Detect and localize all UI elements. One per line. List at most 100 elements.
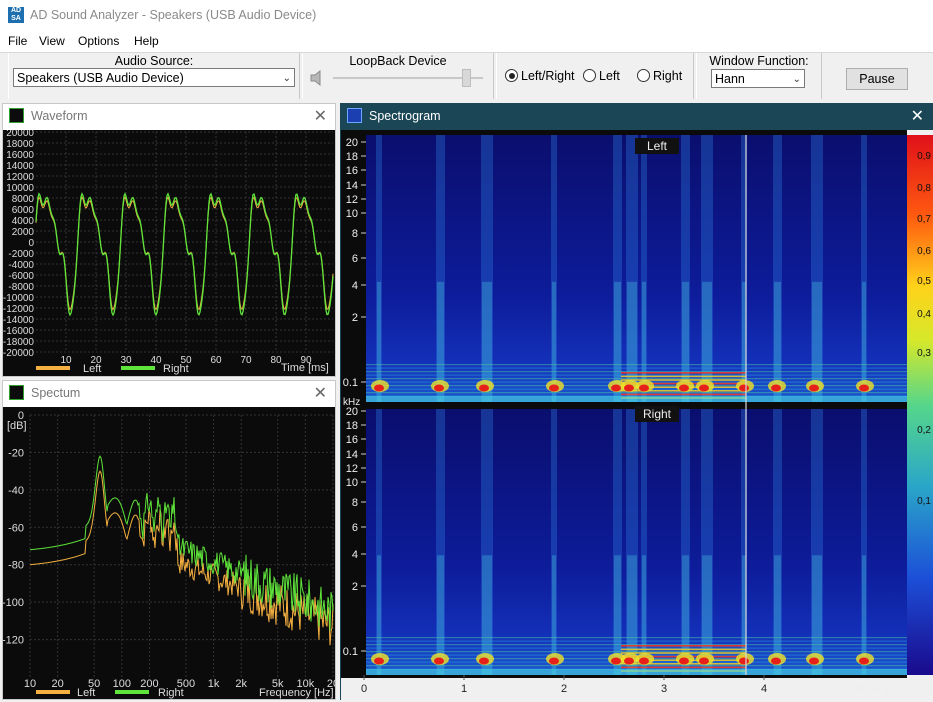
y-tick-label: -16000 <box>3 326 34 337</box>
menu-options[interactable]: Options <box>78 34 119 48</box>
app-icon: AD SA <box>8 7 24 23</box>
speaker-icon[interactable] <box>309 69 327 87</box>
y-tick-label: 16 <box>346 434 358 446</box>
radio-label: Right <box>653 69 683 83</box>
volume-slider-thumb[interactable] <box>462 69 471 87</box>
x-tick-label: 2 <box>561 683 567 695</box>
close-icon[interactable]: ✕ <box>314 106 327 126</box>
sustained-harmonic <box>621 645 746 647</box>
colorbar-tick-label: 0,6 <box>917 246 931 257</box>
energy-blob <box>479 384 489 392</box>
spectrum-yunit: [dB] <box>7 420 27 432</box>
harmonic-line <box>366 364 907 366</box>
menu-view[interactable]: View <box>39 34 65 48</box>
y-tick-label: 0.1 <box>343 377 358 389</box>
energy-blob <box>434 384 444 392</box>
waveform-panel: Waveform ✕ 20000 18000 16000 14000 12000 1000… <box>2 103 336 377</box>
spectrum-icon <box>9 385 24 400</box>
x-tick-label: 1 <box>461 683 467 695</box>
close-icon[interactable]: ✕ <box>314 383 327 403</box>
legend-left-swatch <box>36 366 70 370</box>
x-tick-label: 10 <box>24 678 36 690</box>
colorbar-tick-label: 0,4 <box>917 309 931 320</box>
sustained-harmonic <box>621 648 746 651</box>
radio-selected-icon <box>505 69 518 82</box>
sustained-harmonic <box>621 372 746 374</box>
spectrogram-plot: Left Right 20201818161614141212101088664… <box>341 130 933 700</box>
window-function-label: Window Function: <box>709 54 809 68</box>
close-icon[interactable]: ✕ <box>911 106 924 126</box>
radio-icon <box>637 69 650 82</box>
y-tick-label: 6 <box>352 253 358 265</box>
y-tick-label: 8 <box>352 497 358 509</box>
y-tick-label: 0.1 <box>343 646 358 658</box>
radio-right[interactable]: Right <box>637 69 682 83</box>
low-frequency-floor <box>366 669 907 675</box>
legend-right: Right <box>163 363 189 375</box>
x-tick-label: 30 <box>120 355 132 366</box>
y-tick-label: 0 <box>28 238 34 249</box>
harmonic-line <box>366 367 907 369</box>
y-tick-label: 12000 <box>6 172 34 183</box>
waveform-plot: 2000018000160001400012000100008000600040… <box>3 130 335 376</box>
y-tick-label: 10 <box>346 477 358 489</box>
chevron-down-icon: ⌄ <box>792 74 801 85</box>
loopback-group: LoopBack Device <box>302 53 494 99</box>
audio-source-select[interactable]: Speakers (USB Audio Device) ⌄ <box>13 68 295 87</box>
y-tick-label: -6000 <box>8 271 34 282</box>
spectrogram-yunit: kHz <box>343 397 360 408</box>
volume-slider-track[interactable] <box>333 77 483 79</box>
spectrogram-icon <box>347 108 362 123</box>
radio-left-right[interactable]: Left/Right <box>505 69 575 83</box>
menu-help[interactable]: Help <box>134 34 159 48</box>
y-tick-label: 6 <box>352 522 358 534</box>
y-tick-label: 8000 <box>12 194 35 205</box>
colorbar-tick-label: 0,5 <box>917 276 931 287</box>
x-tick-label: 200 <box>140 678 158 690</box>
y-tick-label: 8 <box>352 228 358 240</box>
y-tick-label: 16 <box>346 165 358 177</box>
radio-left[interactable]: Left <box>583 69 620 83</box>
colorbar-tick-label: 0,1 <box>917 496 931 507</box>
sustained-harmonic <box>621 666 746 669</box>
waveform-title: Waveform <box>31 109 88 123</box>
spectrogram-xlabel: Time, s <box>853 683 889 695</box>
harmonic-line <box>366 378 907 380</box>
energy-blob <box>771 657 781 665</box>
harmonic-line <box>366 374 907 376</box>
harmonic-line <box>366 647 907 649</box>
x-tick-label: 70 <box>240 355 252 366</box>
spectrogram-panel: Spectrogram ✕ Left Right 20 20 18 18 16 … <box>340 103 933 700</box>
channel-label-left: Left <box>647 139 668 153</box>
y-tick-label: -100 <box>3 597 24 609</box>
x-tick-label: 4 <box>761 683 767 695</box>
harmonic-line <box>366 651 907 653</box>
spectrogram-title-bar: Spectrogram ✕ <box>341 104 932 128</box>
menu-file[interactable]: File <box>8 34 27 48</box>
energy-blob <box>739 657 749 665</box>
energy-blob <box>859 657 869 665</box>
low-frequency-floor <box>366 396 907 402</box>
colorbar-tick-label: 0,8 <box>917 183 931 194</box>
x-tick-label: 20 <box>52 678 64 690</box>
y-tick-label: -120 <box>3 635 24 647</box>
y-tick-label: 12 <box>346 194 358 206</box>
waveform-icon <box>9 108 24 123</box>
legend-left-swatch <box>36 690 70 694</box>
window-function-value: Hann <box>715 72 745 86</box>
y-tick-label: 14000 <box>6 161 34 172</box>
harmonic-line <box>366 665 907 667</box>
window-function-select[interactable]: Hann ⌄ <box>711 69 805 88</box>
pause-button[interactable]: Pause <box>846 68 908 90</box>
energy-blob <box>699 384 709 392</box>
x-tick-label: 10 <box>60 355 72 366</box>
y-tick-label: 2 <box>352 581 358 593</box>
y-tick-label: 18 <box>346 151 358 163</box>
spectrum-plot: 0-20-40-60-80-100-120 10 20 50 100 200 500 1k 2… <box>3 407 335 699</box>
y-tick-label: -12000 <box>3 304 34 315</box>
chevron-down-icon: ⌄ <box>282 73 291 84</box>
x-tick-label: 2k <box>235 678 247 690</box>
y-tick-label: 16000 <box>6 150 34 161</box>
y-tick-label: 2 <box>352 312 358 324</box>
energy-blob <box>624 657 634 665</box>
